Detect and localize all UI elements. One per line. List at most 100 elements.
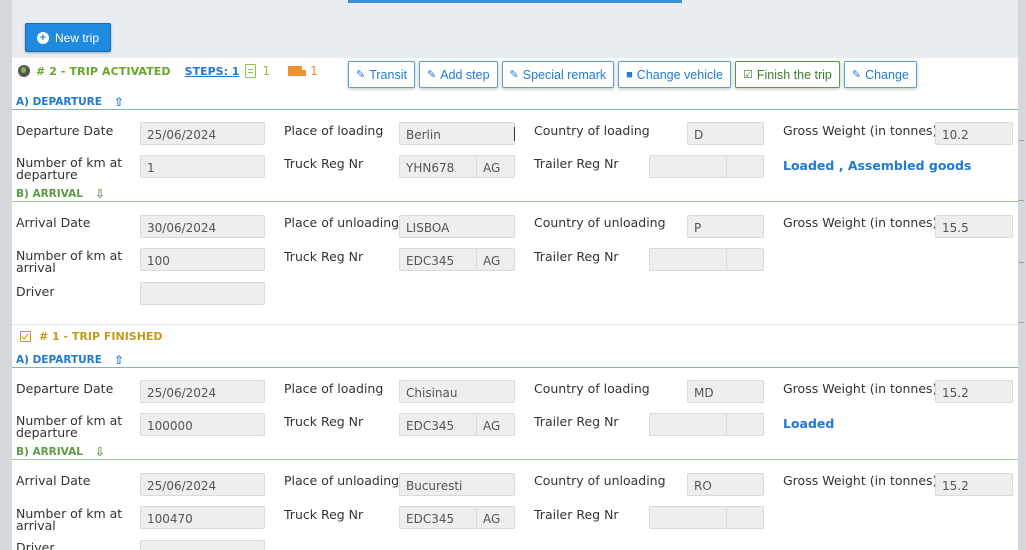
km-departure-input[interactable]: 1 xyxy=(140,155,265,178)
text-cursor-icon xyxy=(514,127,516,141)
trailer-country-input[interactable] xyxy=(726,248,764,271)
country-unloading-label: Country of unloading xyxy=(534,215,666,230)
km-departure-input[interactable]: 100000 xyxy=(140,413,265,436)
trailer-reg-label: Trailer Reg Nr xyxy=(534,249,619,264)
place-loading-input[interactable]: Chisinau xyxy=(399,380,515,403)
truck-reg-label: Truck Reg Nr xyxy=(284,249,364,264)
truck-reg-label: Truck Reg Nr xyxy=(284,156,364,171)
country-unloading-label: Country of unloading xyxy=(534,473,666,488)
cargo-status-link[interactable]: Loaded xyxy=(783,416,834,431)
trailer-country-input[interactable] xyxy=(726,506,764,529)
divider xyxy=(12,367,1018,368)
country-unloading-input[interactable]: RO xyxy=(687,473,764,496)
km-arrival-input[interactable]: 100 xyxy=(140,248,265,271)
divider xyxy=(12,109,1018,110)
place-loading-label: Place of loading xyxy=(284,381,384,396)
departure-date-label: Departure Date xyxy=(16,123,114,138)
pencil-icon: ✎ xyxy=(509,69,519,81)
truck-country-input[interactable]: AG xyxy=(476,248,515,271)
trailer-country-input[interactable] xyxy=(726,413,764,436)
gross-weight-label: Gross Weight (in tonnes) xyxy=(783,381,938,396)
place-unloading-label: Place of unloading xyxy=(284,473,400,488)
arrival-section-label: B) ARRIVAL ⇩ xyxy=(16,187,105,201)
cargo-status-link[interactable]: Loaded , Assembled goods xyxy=(783,158,971,173)
download-icon[interactable]: ⇩ xyxy=(95,187,105,201)
place-loading-label: Place of loading xyxy=(284,123,384,138)
add-step-button[interactable]: ✎ Add step xyxy=(418,61,498,88)
trailer-reg-input[interactable] xyxy=(649,155,727,178)
km-arrival-input[interactable]: 100470 xyxy=(140,506,265,529)
departure-date-input[interactable]: 25/06/2024 xyxy=(140,122,265,145)
checkbox-icon: ☑ xyxy=(742,69,753,81)
driver-input[interactable] xyxy=(140,282,265,305)
country-loading-input[interactable]: MD xyxy=(687,380,764,403)
active-tab-indicator xyxy=(348,0,682,3)
trailer-reg-label: Trailer Reg Nr xyxy=(534,156,619,171)
modal-header-area xyxy=(12,0,1018,58)
document-icon[interactable] xyxy=(245,64,257,78)
truck-icon: ■ xyxy=(626,68,633,81)
vehicles-count: 1 xyxy=(310,64,318,78)
divider xyxy=(12,201,1018,202)
arrival-date-input[interactable]: 25/06/2024 xyxy=(140,473,265,496)
truck-icon[interactable] xyxy=(288,66,307,76)
departure-section-label: A) DEPARTURE ⇧ xyxy=(16,353,124,367)
change-vehicle-button[interactable]: ■ Change vehicle xyxy=(618,61,731,88)
truck-country-input[interactable]: AG xyxy=(476,155,515,178)
trip-2-header: # 2 - TRIP ACTIVATED STEPS: 1 1 1 xyxy=(18,62,318,80)
trailer-country-input[interactable] xyxy=(726,155,764,178)
globe-icon xyxy=(18,65,30,77)
trailer-reg-input[interactable] xyxy=(649,506,727,529)
driver-input-partial[interactable] xyxy=(140,540,265,550)
upload-icon[interactable]: ⇧ xyxy=(114,95,124,109)
divider xyxy=(12,324,1018,325)
change-button[interactable]: ✎ Change xyxy=(843,61,917,88)
country-loading-label: Country of loading xyxy=(534,123,650,138)
upload-icon[interactable]: ⇧ xyxy=(114,353,124,367)
truck-country-input[interactable]: AG xyxy=(476,413,515,436)
special-remark-button[interactable]: ✎ Special remark xyxy=(501,61,615,88)
truck-reg-input[interactable]: EDC345 xyxy=(399,506,477,529)
place-unloading-label: Place of unloading xyxy=(284,215,400,230)
transit-button[interactable]: ✎ Transit xyxy=(348,61,415,88)
trip-1-title: # 1 - TRIP FINISHED xyxy=(39,330,163,343)
km-departure-label: Number of km at departure xyxy=(16,413,123,440)
driver-label: Driver xyxy=(16,284,55,299)
documents-count: 1 xyxy=(262,64,271,78)
truck-reg-label: Truck Reg Nr xyxy=(284,507,364,522)
page-background-left xyxy=(0,0,12,550)
gross-weight-input[interactable]: 10.2 xyxy=(935,122,1013,145)
departure-date-label: Departure Date xyxy=(16,381,114,396)
km-arrival-label: Number of km at arrival xyxy=(16,506,123,533)
trailer-reg-label: Trailer Reg Nr xyxy=(534,414,619,429)
country-loading-input[interactable]: D xyxy=(687,122,764,145)
truck-country-input[interactable]: AG xyxy=(476,506,515,529)
gross-weight-input[interactable]: 15.2 xyxy=(935,473,1013,496)
download-icon[interactable]: ⇩ xyxy=(95,445,105,459)
gross-weight-input[interactable]: 15.5 xyxy=(935,215,1013,238)
new-trip-button[interactable]: + New trip xyxy=(25,23,111,52)
trip-1-header: # 1 - TRIP FINISHED xyxy=(20,330,163,343)
truck-reg-label: Truck Reg Nr xyxy=(284,414,364,429)
gross-weight-input[interactable]: 15.2 xyxy=(935,380,1013,403)
place-unloading-input[interactable]: Bucuresti xyxy=(399,473,515,496)
country-unloading-input[interactable]: P xyxy=(687,215,764,238)
truck-reg-input[interactable]: EDC345 xyxy=(399,248,477,271)
departure-date-input[interactable]: 25/06/2024 xyxy=(140,380,265,403)
gross-weight-label: Gross Weight (in tonnes) xyxy=(783,215,938,230)
plus-circle-icon: + xyxy=(36,31,49,44)
pencil-icon: ✎ xyxy=(426,69,437,81)
place-loading-input[interactable]: Berlin xyxy=(399,122,515,145)
steps-link[interactable]: STEPS: 1 xyxy=(185,65,240,78)
trailer-reg-input[interactable] xyxy=(649,413,727,436)
km-arrival-label: Number of km at arrival xyxy=(16,248,123,275)
truck-reg-input[interactable]: EDC345 xyxy=(399,413,477,436)
driver-label-partial: Driver xyxy=(16,540,55,550)
departure-section-label: A) DEPARTURE ⇧ xyxy=(16,95,124,109)
finish-trip-button[interactable]: ☑ Finish the trip xyxy=(734,61,840,88)
place-unloading-input[interactable]: LISBOA xyxy=(399,215,515,238)
arrival-date-input[interactable]: 30/06/2024 xyxy=(140,215,265,238)
km-departure-label: Number of km at departure xyxy=(16,155,123,182)
truck-reg-input[interactable]: YHN678 xyxy=(399,155,477,178)
trailer-reg-input[interactable] xyxy=(649,248,727,271)
